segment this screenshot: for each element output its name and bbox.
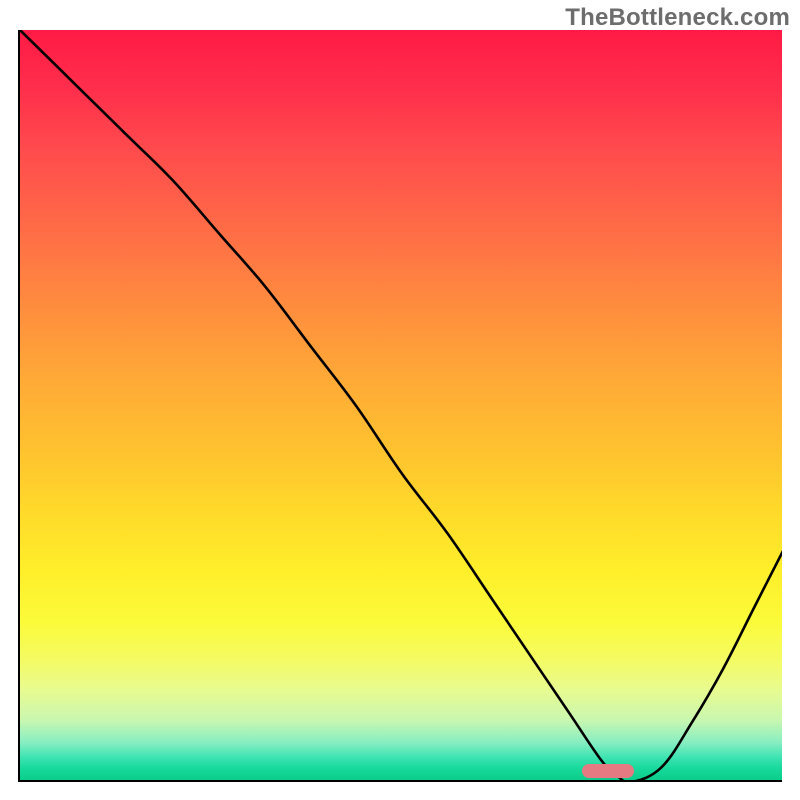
- bottleneck-chart: [18, 30, 782, 782]
- optimal-range-marker: [582, 764, 634, 778]
- bottleneck-curve-line: [20, 30, 782, 782]
- curve-layer: [20, 30, 782, 782]
- plot-area: [18, 30, 782, 782]
- watermark-text: TheBottleneck.com: [565, 4, 790, 32]
